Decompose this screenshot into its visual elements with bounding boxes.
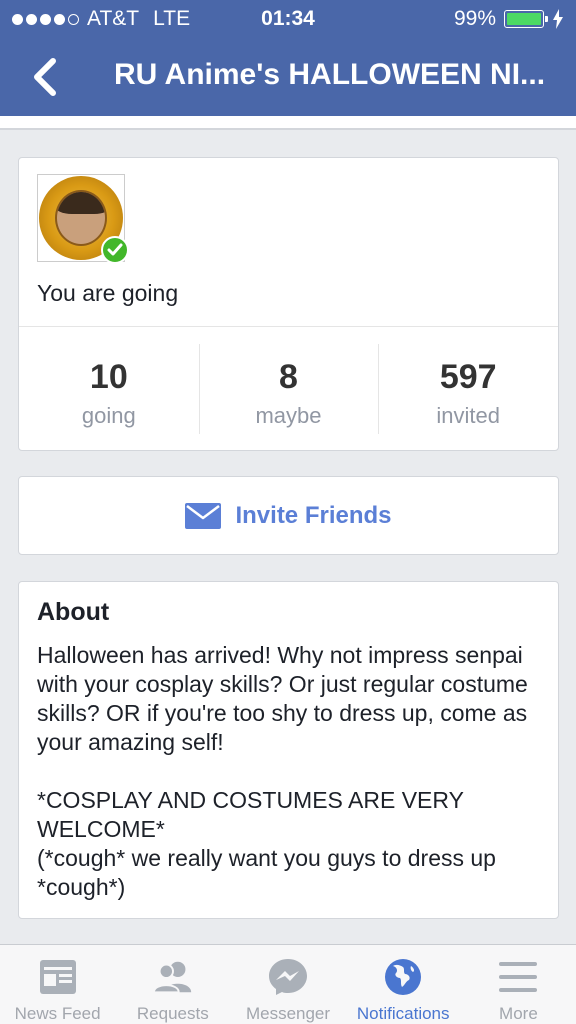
nav-bar: RU Anime's HALLOWEEN NI... [0,46,576,108]
header-divider [0,116,576,130]
invite-friends-button[interactable]: Invite Friends [18,476,559,555]
messenger-icon [269,958,307,995]
stat-label: invited [436,403,500,428]
battery-icon [504,10,548,28]
rsvp-card: You are going 10 going 8 maybe 597 invit… [18,157,559,451]
envelope-icon [185,502,222,529]
about-title: About [37,598,110,626]
divider [19,326,558,327]
rsvp-status[interactable]: You are going [37,280,178,307]
app-header: AT&T LTE 01:34 99% RU Anime's HALLOWEEN … [0,0,576,116]
tab-news-feed[interactable]: News Feed [0,945,115,1024]
stat-label: going [81,403,136,428]
stat-maybe[interactable]: 8 maybe [198,344,379,434]
tab-requests[interactable]: Requests [115,945,230,1024]
tab-label: More [499,1004,538,1023]
news-feed-icon [39,959,76,994]
page-title: RU Anime's HALLOWEEN NI... [114,58,546,91]
tab-more[interactable]: More [461,945,576,1024]
friends-icon [152,961,191,993]
tab-label: Requests [136,1004,209,1023]
tab-notifications[interactable]: Notifications [346,945,461,1024]
charging-bolt-icon [553,9,563,29]
about-description: Halloween has arrived! Why not impress s… [37,642,528,900]
stat-label: maybe [255,403,322,428]
menu-icon [499,961,538,992]
tab-label: News Feed [14,1004,101,1023]
tab-messenger[interactable]: Messenger [230,945,345,1024]
invite-label: Invite Friends [235,501,392,529]
battery-percent: 99% [453,7,496,30]
tab-label: Notifications [356,1004,450,1023]
status-bar: AT&T LTE 01:34 99% [0,0,576,38]
globe-icon [385,958,422,995]
about-card: About Halloween has arrived! Why not imp… [18,581,559,919]
stat-going[interactable]: 10 going [19,344,199,434]
status-right: 99% [454,7,564,31]
chevron-left-icon [34,58,56,96]
tab-label: Messenger [245,1004,331,1023]
back-button[interactable] [22,54,66,100]
stat-value: 597 [439,358,497,396]
stat-invited[interactable]: 597 invited [378,344,558,434]
tab-bar: News Feed Requests Messenger Notificatio… [0,944,576,1024]
attendance-stats: 10 going 8 maybe 597 invited [19,344,558,434]
stat-value: 8 [279,358,298,396]
check-icon [101,236,129,264]
stat-value: 10 [89,358,128,396]
